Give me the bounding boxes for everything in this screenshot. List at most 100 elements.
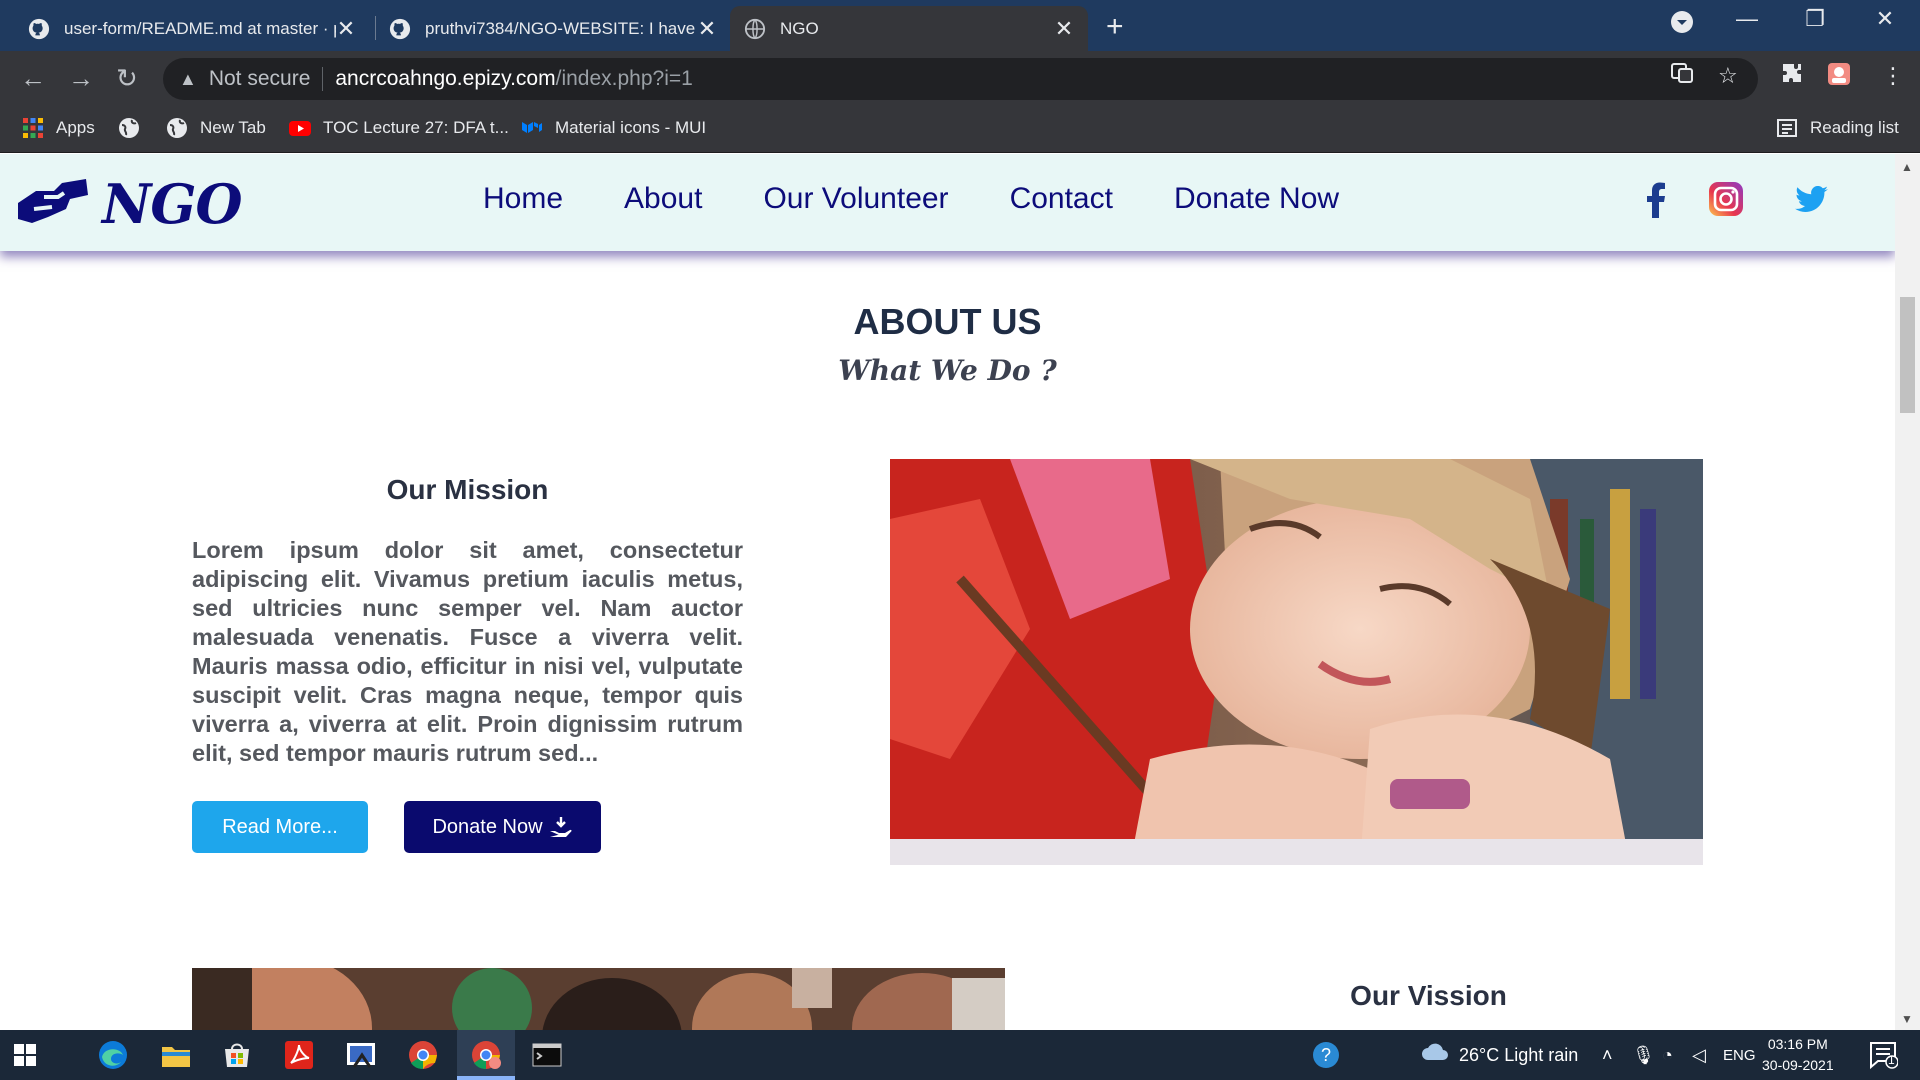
read-more-button[interactable]: Read More... <box>192 801 368 853</box>
chrome-profile-icon[interactable] <box>469 1039 503 1071</box>
site-logo[interactable]: NGO <box>14 172 243 236</box>
child-drawing-photo <box>890 459 1703 865</box>
globe-icon <box>744 18 766 39</box>
weather-text[interactable]: 26°C Light rain <box>1459 1045 1578 1066</box>
menu-contact[interactable]: Contact <box>1010 182 1113 216</box>
window-close-icon[interactable]: ✕ <box>1865 6 1905 32</box>
url-host: ancrcoahngo.epizy.com <box>335 67 556 90</box>
main-menu: Home About Our Volunteer Contact Donate … <box>483 182 1400 216</box>
minimize-icon[interactable]: — <box>1727 6 1767 32</box>
reading-list-label: Reading list <box>1810 118 1899 137</box>
notification-center-icon[interactable]: 1 <box>1868 1040 1899 1075</box>
github-icon <box>389 18 411 39</box>
bookmark-label: TOC Lecture 27: DFA t... <box>323 118 509 137</box>
help-icon[interactable]: ? <box>1311 1039 1341 1071</box>
terminal-icon[interactable] <box>530 1039 564 1071</box>
close-icon[interactable]: ✕ <box>697 16 717 42</box>
microsoft-store-icon[interactable] <box>220 1039 254 1071</box>
chevron-up-icon[interactable]: ˄ <box>1602 1045 1613 1066</box>
close-icon[interactable]: ✕ <box>1054 16 1074 42</box>
translate-icon[interactable] <box>1670 61 1694 91</box>
bookmarks-bar: Apps New Tab TOC Lecture 27: DFA t... Ma… <box>0 105 1920 153</box>
read-more-label: Read More... <box>222 815 338 838</box>
back-icon[interactable]: ← <box>20 63 46 94</box>
windows-start-icon[interactable] <box>14 1044 36 1066</box>
restore-icon[interactable]: ❐ <box>1795 6 1835 32</box>
security-label[interactable]: Not secure <box>209 67 311 91</box>
browser-tab-ngo-website[interactable]: pruthvi7384/NGO-WEBSITE: I have c ✕ <box>375 6 731 51</box>
mission-heading: Our Mission <box>386 474 549 505</box>
mission-text: Lorem ipsum dolor sit amet, consectetur … <box>192 537 743 766</box>
apps-grid-icon <box>23 118 43 138</box>
warning-icon[interactable]: ▲ <box>179 69 197 90</box>
file-explorer-icon[interactable] <box>159 1039 193 1071</box>
scrollbar-thumb[interactable] <box>1900 297 1915 413</box>
about-subtitle: What We Do ? <box>838 354 1057 387</box>
bookmark-label: New Tab <box>200 118 266 137</box>
about-title: ABOUT US <box>853 301 1042 342</box>
bookmark-new-tab[interactable]: New Tab <box>166 117 266 139</box>
scroll-up-icon[interactable]: ▲ <box>1901 160 1913 174</box>
browser-toolbar: ← → ↻ ▲ Not secure ancrcoahngo.epizy.com… <box>0 51 1920 105</box>
reading-list-icon <box>1777 119 1797 137</box>
cloud-rain-icon[interactable] <box>1420 1042 1450 1068</box>
reading-list-button[interactable]: Reading list <box>1776 117 1899 139</box>
system-clock[interactable]: 03:16 PM 30-09-2021 <box>1762 1034 1834 1076</box>
clock-time: 03:16 PM <box>1767 1036 1828 1052</box>
extensions-icon[interactable] <box>1780 61 1804 91</box>
chrome-icon[interactable] <box>406 1039 440 1071</box>
bookmark-label: Material icons - MUI <box>555 118 707 137</box>
instagram-icon[interactable] <box>1708 181 1744 222</box>
mui-logo-icon <box>522 122 542 133</box>
language-indicator[interactable]: ENG <box>1723 1047 1756 1064</box>
menu-kebab-icon[interactable]: ⋮ <box>1882 63 1904 89</box>
youtube-icon <box>289 121 311 136</box>
twitter-icon[interactable] <box>1795 185 1829 219</box>
facebook-icon[interactable] <box>1645 182 1667 223</box>
tab-search-icon[interactable] <box>1662 10 1702 40</box>
close-icon[interactable]: ✕ <box>336 16 356 42</box>
bookmark-globe[interactable] <box>118 117 152 139</box>
new-tab-icon[interactable]: + <box>1106 10 1124 44</box>
web-page: NGO Home About Our Volunteer Contact Don… <box>0 154 1895 1030</box>
windows-taskbar: ? 26°C Light rain ˄ 🎙 ◔ ◁ ENG 03:16 PM 3… <box>0 1030 1920 1080</box>
page-scrollbar[interactable]: ▲ ▼ <box>1895 154 1920 1030</box>
browser-tab-readme[interactable]: user-form/README.md at master · p ✕ <box>14 6 370 51</box>
bookmark-apps[interactable]: Apps <box>22 117 95 139</box>
globe-icon <box>119 118 139 138</box>
menu-our-volunteer[interactable]: Our Volunteer <box>763 182 948 216</box>
active-app-indicator <box>457 1076 515 1080</box>
globe-icon <box>167 118 187 138</box>
logo-text: NGO <box>102 172 243 236</box>
vission-heading: Our Vission <box>1350 980 1507 1011</box>
browser-tab-strip: user-form/README.md at master · p ✕ prut… <box>0 0 1920 51</box>
profile-avatar[interactable] <box>1826 61 1852 93</box>
microphone-icon[interactable]: 🎙 <box>1632 1045 1655 1066</box>
tab-title: pruthvi7384/NGO-WEBSITE: I have c <box>425 18 697 38</box>
bookmark-toc-lecture[interactable]: TOC Lecture 27: DFA t... <box>289 117 509 139</box>
hand-holding-heart-icon <box>549 817 572 837</box>
menu-about[interactable]: About <box>624 182 702 216</box>
reload-icon[interactable]: ↻ <box>116 63 138 94</box>
speaker-icon[interactable]: ◁ <box>1692 1045 1706 1066</box>
forward-icon[interactable]: → <box>68 63 94 94</box>
scroll-down-icon[interactable]: ▼ <box>1901 1012 1913 1026</box>
edge-icon[interactable] <box>96 1039 130 1071</box>
bookmark-label: Apps <box>56 118 95 137</box>
acrobat-icon[interactable] <box>282 1039 316 1071</box>
handshake-logo-icon <box>18 179 88 223</box>
bookmark-star-icon[interactable]: ☆ <box>1718 63 1738 89</box>
site-header: NGO Home About Our Volunteer Contact Don… <box>0 154 1895 251</box>
menu-home[interactable]: Home <box>483 182 563 216</box>
tab-title: user-form/README.md at master · p <box>64 18 336 38</box>
group-children-photo <box>192 968 1005 1030</box>
address-bar[interactable]: ▲ Not secure ancrcoahngo.epizy.com /inde… <box>163 58 1758 100</box>
bookmark-material-icons[interactable]: Material icons - MUI <box>521 117 706 139</box>
menu-donate-now[interactable]: Donate Now <box>1174 182 1339 216</box>
notification-count: 1 <box>1888 1053 1895 1067</box>
clock-date: 30-09-2021 <box>1762 1057 1834 1073</box>
snipping-tool-icon[interactable] <box>344 1039 378 1071</box>
wifi-icon[interactable]: ◔ <box>1662 1045 1673 1066</box>
donate-now-button[interactable]: Donate Now <box>404 801 601 853</box>
browser-tab-ngo[interactable]: NGO ✕ <box>730 6 1088 51</box>
